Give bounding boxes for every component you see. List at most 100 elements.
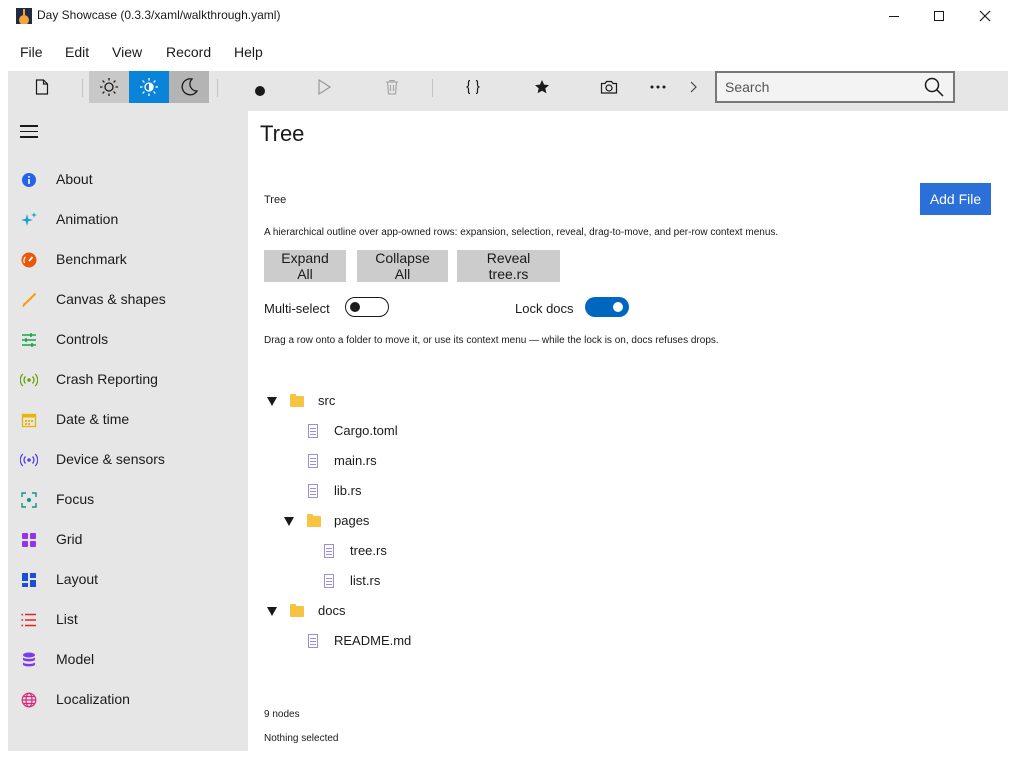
toggle-knob	[350, 301, 360, 312]
menu-view[interactable]: View	[112, 44, 142, 60]
tree-row[interactable]: docs	[264, 597, 664, 627]
light-theme-button[interactable]	[89, 71, 129, 103]
dark-theme-button[interactable]	[169, 71, 209, 103]
sidebar-item-date-time[interactable]: Date & time	[8, 402, 248, 438]
sidebar-item-label: Localization	[56, 691, 130, 707]
menu-record[interactable]: Record	[166, 44, 211, 60]
more-button[interactable]	[638, 71, 678, 103]
tree-row[interactable]: src	[264, 387, 664, 417]
favorite-button[interactable]	[522, 71, 562, 103]
sidebar-item-label: Focus	[56, 491, 95, 507]
sidebar-item-about[interactable]: About	[8, 162, 248, 198]
screenshot-button[interactable]	[589, 71, 629, 103]
tree-item-label: list.rs	[350, 573, 381, 588]
moon-icon	[181, 78, 199, 96]
menu-edit[interactable]: Edit	[65, 44, 89, 60]
sidebar-item-label: About	[56, 171, 93, 187]
record-button[interactable]	[240, 75, 280, 107]
tree-item-label: tree.rs	[350, 543, 387, 558]
collapse-all-button[interactable]: Collapse All	[357, 250, 448, 282]
broadcast-icon	[20, 371, 38, 389]
tree-row[interactable]: README.md	[264, 627, 664, 657]
more-dots-icon	[650, 85, 666, 89]
sidebar-item-label: Crash Reporting	[56, 371, 158, 387]
tree-row[interactable]: tree.rs	[264, 537, 664, 567]
tree-row[interactable]: Cargo.toml	[264, 417, 664, 447]
contrast-sun-icon	[140, 78, 158, 96]
menu-bar: File Edit View Record Help	[8, 36, 1008, 68]
menu-help[interactable]: Help	[234, 44, 263, 60]
app-logo-icon	[16, 8, 32, 24]
toolbar-separator	[217, 79, 218, 97]
page-title: Tree	[260, 121, 305, 146]
sidebar-item-label: Model	[56, 651, 95, 667]
tree-item-label: README.md	[334, 633, 412, 648]
list-icon	[20, 611, 38, 629]
json-button[interactable]	[453, 71, 493, 103]
delete-button[interactable]	[372, 71, 412, 103]
search-box[interactable]	[715, 71, 955, 103]
search-icon[interactable]	[923, 76, 945, 98]
file-icon	[308, 424, 318, 438]
file-icon	[308, 634, 318, 648]
file-icon	[308, 484, 318, 498]
sidebar-item-controls[interactable]: Controls	[8, 322, 248, 358]
sun-icon	[100, 78, 118, 96]
sidebar-item-label: Device & sensors	[56, 451, 165, 467]
sidebar-item-focus[interactable]: Focus	[8, 482, 248, 518]
drag-hint: Drag a row onto a folder to move it, or …	[264, 335, 719, 346]
add-file-button[interactable]: Add File	[920, 183, 991, 215]
focus-icon	[20, 491, 38, 509]
hamburger-menu-icon[interactable]	[20, 125, 38, 139]
sidebar-item-list[interactable]: List	[8, 602, 248, 638]
sidebar-item-label: Controls	[56, 331, 109, 347]
gauge-icon	[20, 251, 38, 269]
sidebar-item-grid[interactable]: Grid	[8, 522, 248, 558]
tree-row[interactable]: list.rs	[264, 567, 664, 597]
folder-icon	[290, 604, 304, 617]
tree-row[interactable]: pages	[264, 507, 664, 537]
file-icon	[308, 454, 318, 468]
multi-select-toggle[interactable]	[345, 297, 389, 317]
sidebar-item-animation[interactable]: Animation	[8, 202, 248, 238]
sidebar-item-label: Grid	[56, 531, 83, 547]
tree-item-label: pages	[334, 513, 370, 528]
tree-row[interactable]: main.rs	[264, 447, 664, 477]
database-icon	[20, 651, 38, 669]
menu-file[interactable]: File	[20, 44, 43, 60]
lock-docs-toggle[interactable]	[585, 297, 629, 317]
maximize-button[interactable]	[916, 0, 962, 32]
auto-theme-button[interactable]	[129, 71, 169, 103]
expand-arrow-icon[interactable]	[284, 516, 294, 526]
chevron-right-icon	[690, 81, 697, 93]
play-button[interactable]	[304, 71, 344, 103]
overflow-button[interactable]	[673, 71, 713, 103]
expand-arrow-icon[interactable]	[267, 606, 277, 616]
star-icon	[535, 80, 549, 94]
expand-arrow-icon[interactable]	[267, 396, 277, 406]
close-button[interactable]	[962, 0, 1008, 32]
braces-icon	[466, 79, 480, 95]
sidebar-item-benchmark[interactable]: Benchmark	[8, 242, 248, 278]
sensor-icon	[20, 451, 38, 469]
content-pane: Tree Tree Add File A hierarchical outlin…	[248, 111, 1008, 751]
sidebar-item-layout[interactable]: Layout	[8, 562, 248, 598]
sidebar-item-localization[interactable]: Localization	[8, 682, 248, 718]
new-document-button[interactable]	[22, 71, 62, 103]
toggle-knob	[613, 302, 623, 312]
sidebar-item-device-sensors[interactable]: Device & sensors	[8, 442, 248, 478]
sidebar-item-canvas[interactable]: Canvas & shapes	[8, 282, 248, 318]
sidebar-item-model[interactable]: Model	[8, 642, 248, 678]
tree-row[interactable]: lib.rs	[264, 477, 664, 507]
layout-icon	[20, 571, 38, 589]
sidebar-item-crash-reporting[interactable]: Crash Reporting	[8, 362, 248, 398]
reveal-button[interactable]: Reveal tree.rs	[457, 250, 560, 282]
record-dot-icon	[255, 86, 265, 96]
selection-status: Nothing selected	[264, 733, 339, 744]
search-input[interactable]	[725, 78, 915, 96]
minimize-icon	[889, 15, 899, 17]
minimize-button[interactable]	[871, 0, 917, 32]
grid-icon	[20, 531, 38, 549]
window-title: Day Showcase (0.3.3/xaml/walkthrough.yam…	[37, 8, 281, 22]
expand-all-button[interactable]: Expand All	[264, 250, 346, 282]
